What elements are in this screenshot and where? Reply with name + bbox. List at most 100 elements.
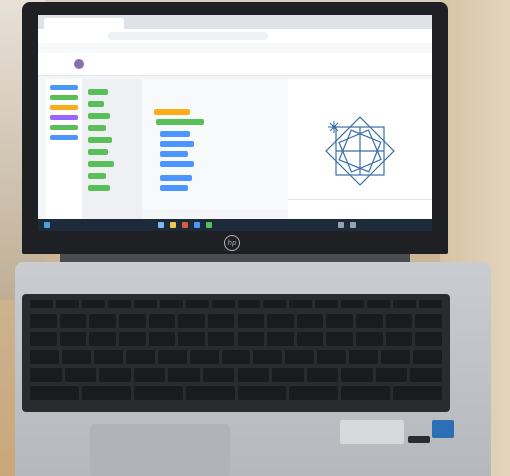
- keyboard-key: [202, 368, 235, 382]
- keyboard-key: [413, 350, 442, 364]
- keyboard-key: [107, 300, 131, 308]
- code-block: [160, 131, 190, 137]
- category-item: [50, 125, 78, 130]
- keyboard-key: [81, 386, 131, 400]
- keyboard-key: [185, 386, 235, 400]
- category-item: [50, 115, 78, 120]
- taskbar: [38, 219, 432, 231]
- block-categories: [46, 79, 82, 219]
- keyboard-key: [30, 350, 59, 364]
- block-flyout: [82, 79, 142, 219]
- keyboard: [22, 294, 450, 412]
- keyboard-key: [30, 386, 79, 400]
- keyboard-key: [393, 386, 442, 400]
- turtle-stage: [288, 79, 432, 199]
- browser-tab: [44, 18, 124, 29]
- category-item: [50, 85, 78, 90]
- palmrest-sticker: [340, 420, 404, 444]
- keyboard-key: [349, 350, 379, 364]
- code-block: [160, 141, 194, 147]
- tray-icon: [350, 222, 356, 228]
- keyboard-key: [133, 368, 166, 382]
- app-logo: [74, 59, 84, 69]
- start-icon: [44, 222, 50, 228]
- keyboard-key: [133, 300, 157, 308]
- keyboard-key: [253, 350, 283, 364]
- keyboard-key: [30, 332, 57, 346]
- code-block: [156, 119, 204, 125]
- keyboard-key: [381, 350, 411, 364]
- taskbar-app-icon: [158, 222, 164, 228]
- keyboard-key: [326, 314, 354, 328]
- keyboard-key: [289, 300, 313, 308]
- keyboard-key: [237, 300, 261, 308]
- keyboard-key: [64, 368, 97, 382]
- keyboard-key: [178, 332, 205, 346]
- keyboard-key: [237, 314, 265, 328]
- keyboard-key: [419, 300, 442, 308]
- photo-scene: hp: [0, 0, 510, 476]
- keyboard-key: [237, 368, 270, 382]
- flyout-block: [88, 173, 106, 179]
- app-header: [38, 53, 432, 76]
- keyboard-key: [30, 368, 62, 382]
- touchpad: [90, 424, 230, 476]
- taskbar-app-icon: [194, 222, 200, 228]
- code-block: [154, 109, 190, 115]
- flyout-block: [88, 185, 110, 191]
- taskbar-app-icon: [170, 222, 176, 228]
- keyboard-key: [118, 314, 146, 328]
- brand-logo: hp: [224, 235, 240, 251]
- keyboard-key: [296, 332, 324, 346]
- browser-address-bar: [38, 29, 432, 43]
- keyboard-key: [296, 314, 324, 328]
- keyboard-key: [341, 368, 373, 382]
- flyout-block: [88, 149, 108, 155]
- flyout-block: [88, 161, 114, 167]
- keyboard-key: [59, 332, 87, 346]
- keyboard-key: [99, 368, 131, 382]
- keyboard-key: [185, 300, 209, 308]
- bookmarks-bar: [38, 43, 432, 53]
- tray-icon: [338, 222, 344, 228]
- code-block: [160, 175, 192, 181]
- code-workspace: [142, 79, 288, 209]
- taskbar-app-icon: [182, 222, 188, 228]
- keyboard-key: [375, 368, 408, 382]
- keyboard-key: [118, 332, 146, 346]
- keyboard-key: [306, 368, 339, 382]
- keyboard-key: [317, 350, 347, 364]
- keyboard-key: [59, 314, 87, 328]
- code-block: [160, 185, 188, 191]
- keyboard-key: [341, 386, 391, 400]
- keyboard-key: [61, 350, 91, 364]
- keyboard-key: [285, 350, 315, 364]
- keyboard-key: [356, 314, 383, 328]
- turtle-drawing: [325, 116, 395, 186]
- keyboard-key: [207, 314, 235, 328]
- keyboard-key: [385, 332, 413, 346]
- keyboard-key: [221, 350, 251, 364]
- code-block: [160, 161, 194, 167]
- keyboard-key: [178, 314, 205, 328]
- keyboard-key: [89, 314, 116, 328]
- keyboard-key: [410, 368, 442, 382]
- keyboard-key: [385, 314, 413, 328]
- keyboard-key: [263, 300, 287, 308]
- flyout-block: [88, 101, 104, 107]
- keyboard-key: [189, 350, 219, 364]
- keyboard-key: [267, 332, 294, 346]
- laptop-hinge: [60, 254, 410, 262]
- category-item: [50, 105, 78, 110]
- flyout-block: [88, 113, 110, 119]
- laptop-screen: [38, 15, 432, 231]
- keyboard-key: [81, 300, 105, 308]
- taskbar-app-icon: [206, 222, 212, 228]
- keyboard-key: [133, 386, 183, 400]
- keyboard-key: [415, 314, 442, 328]
- keyboard-key: [393, 300, 417, 308]
- browser-tab-bar: [38, 15, 432, 29]
- keyboard-key: [157, 350, 187, 364]
- category-item: [50, 95, 78, 100]
- stage-controls: [288, 199, 432, 220]
